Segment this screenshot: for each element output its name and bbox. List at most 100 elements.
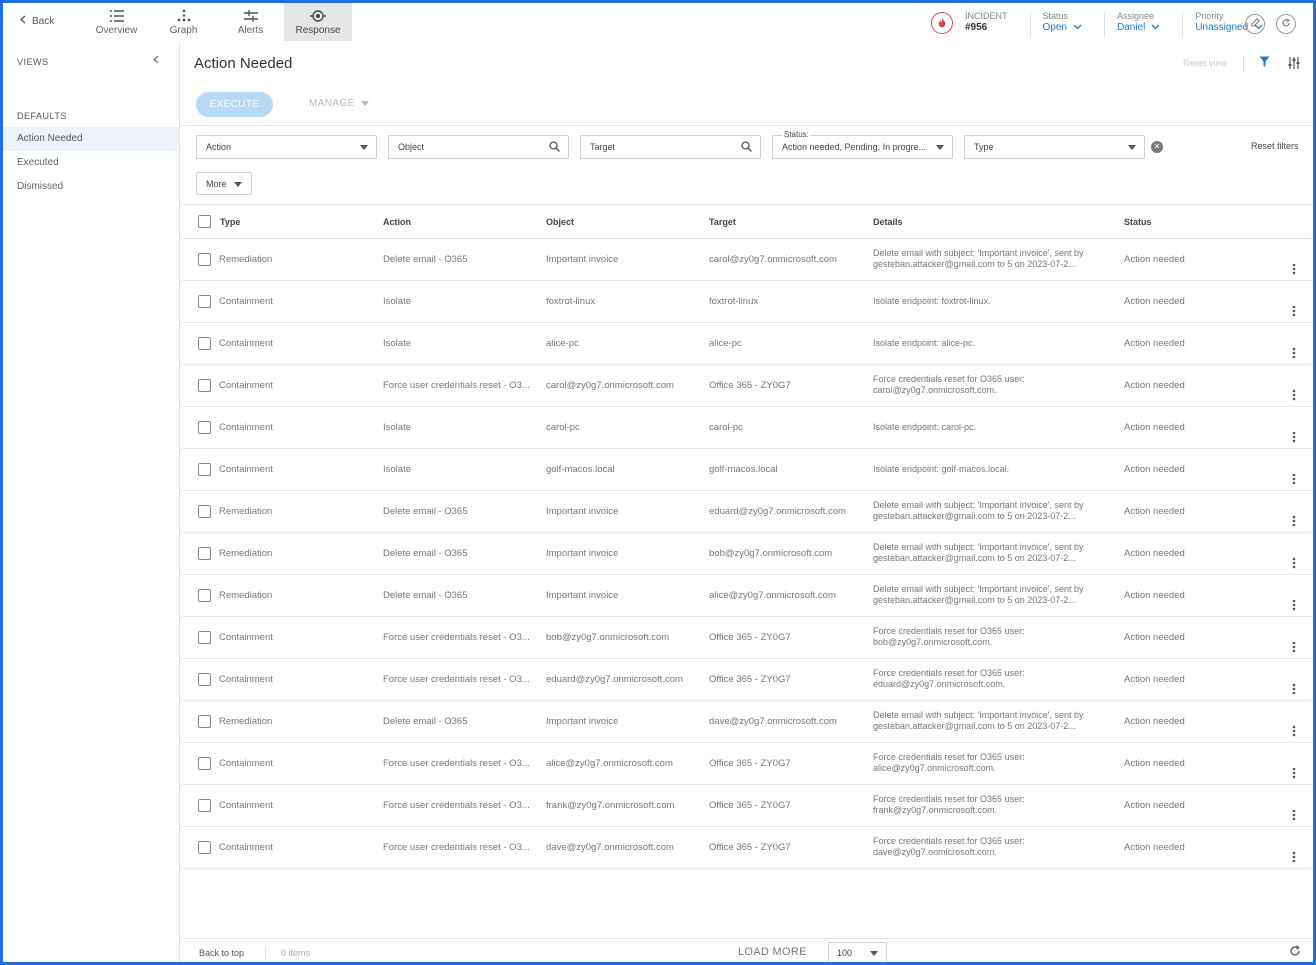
row-actions-menu-icon[interactable] xyxy=(1291,599,1297,611)
row-actions-menu-icon[interactable] xyxy=(1291,683,1297,695)
column-header-target[interactable]: Target xyxy=(709,217,736,227)
more-filters-button[interactable]: More xyxy=(196,172,252,195)
row-checkbox[interactable] xyxy=(198,295,211,308)
page-size-select[interactable]: 100 xyxy=(828,942,887,962)
column-header-details[interactable]: Details xyxy=(873,217,903,227)
tab-alerts-label: Alerts xyxy=(237,25,264,36)
row-checkbox[interactable] xyxy=(198,841,211,854)
object-cell: carol@zy0g7.onmicrosoft.com xyxy=(546,380,674,391)
details-cell: Delete email with subject: 'Important in… xyxy=(873,542,1084,563)
table-row[interactable]: Containment Force user credentials reset … xyxy=(181,743,1313,785)
row-checkbox[interactable] xyxy=(198,379,211,392)
type-filter-select[interactable]: Type xyxy=(964,135,1145,159)
type-cell: Remediation xyxy=(219,254,273,265)
object-cell: alice@zy0g7.onmicrosoft.com xyxy=(546,758,673,769)
table-row[interactable]: Remediation Delete email - O365 Important … xyxy=(181,491,1313,533)
type-cell: Containment xyxy=(219,674,273,685)
filter-icon[interactable] xyxy=(1259,56,1270,71)
collapse-sidebar-button[interactable] xyxy=(153,55,159,67)
sidebar-item-executed[interactable]: Executed xyxy=(3,151,179,175)
row-checkbox[interactable] xyxy=(198,631,211,644)
execute-button[interactable]: EXECUTE xyxy=(196,92,273,117)
type-cell: Containment xyxy=(219,842,273,853)
target-cell: Office 365 - ZY0G7 xyxy=(709,758,791,769)
status-label: Status xyxy=(1042,11,1069,21)
table-row[interactable]: Containment Isolate carol-pc carol-pc Isolat… xyxy=(181,407,1313,449)
target-cell: alice-pc xyxy=(709,338,742,349)
status-dropdown[interactable]: Status Open xyxy=(1043,10,1092,34)
action-filter-select[interactable]: Action xyxy=(196,135,377,159)
row-actions-menu-icon[interactable] xyxy=(1291,305,1297,317)
sidebar-item-action-needed[interactable]: Action Needed xyxy=(3,127,179,151)
row-checkbox[interactable] xyxy=(198,547,211,560)
table-row[interactable]: Remediation Delete email - O365 Important … xyxy=(181,701,1313,743)
assignee-dropdown[interactable]: Assignee Daniel xyxy=(1117,10,1170,34)
object-filter-input[interactable]: Object xyxy=(388,135,569,159)
row-actions-menu-icon[interactable] xyxy=(1291,431,1297,443)
target-filter-input[interactable]: Target xyxy=(580,135,761,159)
row-actions-menu-icon[interactable] xyxy=(1291,389,1297,401)
refresh-incident-button[interactable] xyxy=(1276,14,1296,34)
row-checkbox[interactable] xyxy=(198,337,211,350)
row-actions-menu-icon[interactable] xyxy=(1291,725,1297,737)
tab-alerts[interactable]: Alerts xyxy=(217,3,284,41)
table-row[interactable]: Remediation Delete email - O365 Important … xyxy=(181,533,1313,575)
object-cell: Important invoice xyxy=(546,548,619,559)
tab-overview[interactable]: Overview xyxy=(83,3,150,41)
reset-view-link[interactable]: Reset view xyxy=(1183,58,1227,68)
divider xyxy=(1182,13,1184,37)
manage-dropdown[interactable]: MANAGE xyxy=(309,98,369,109)
table-row[interactable]: Containment Isolate alice-pc alice-pc Isolat… xyxy=(181,323,1313,365)
column-header-status[interactable]: Status xyxy=(1124,217,1152,227)
page-title: Action Needed xyxy=(194,55,293,72)
tab-graph[interactable]: Graph xyxy=(150,3,217,41)
row-checkbox[interactable] xyxy=(198,421,211,434)
target-cell: carol@zy0g7.onmicrosoft.com xyxy=(709,254,837,265)
back-button[interactable]: Back xyxy=(20,15,54,27)
row-actions-menu-icon[interactable] xyxy=(1291,641,1297,653)
table-row[interactable]: Remediation Delete email - O365 Important … xyxy=(181,575,1313,617)
row-actions-menu-icon[interactable] xyxy=(1291,851,1297,863)
edit-button[interactable] xyxy=(1245,14,1265,34)
row-actions-menu-icon[interactable] xyxy=(1291,767,1297,779)
reset-filters-link[interactable]: Reset filters xyxy=(1251,141,1299,151)
load-more-button[interactable]: LOAD MORE xyxy=(738,946,807,958)
column-header-type[interactable]: Type xyxy=(220,217,240,227)
row-actions-menu-icon[interactable] xyxy=(1291,515,1297,527)
table-row[interactable]: Containment Force user credentials reset … xyxy=(181,365,1313,407)
table-row[interactable]: Containment Isolate foxtrot-linux foxtrot-l… xyxy=(181,281,1313,323)
row-checkbox[interactable] xyxy=(198,589,211,602)
column-settings-icon[interactable] xyxy=(1287,56,1301,73)
sidebar-item-dismissed[interactable]: Dismissed xyxy=(3,175,179,199)
table-row[interactable]: Containment Force user credentials reset … xyxy=(181,617,1313,659)
row-checkbox[interactable] xyxy=(198,715,211,728)
column-header-object[interactable]: Object xyxy=(546,217,574,227)
row-actions-menu-icon[interactable] xyxy=(1291,473,1297,485)
table-row[interactable]: Containment Force user credentials reset … xyxy=(181,659,1313,701)
table-row[interactable]: Remediation Delete email - O365 Important … xyxy=(181,239,1313,281)
row-checkbox[interactable] xyxy=(198,463,211,476)
chevron-left-icon xyxy=(153,55,159,67)
column-header-action[interactable]: Action xyxy=(383,217,411,227)
app-window: Back Overview Graph Alerts Response INCI… xyxy=(0,0,1316,965)
row-checkbox[interactable] xyxy=(198,253,211,266)
row-checkbox[interactable] xyxy=(198,757,211,770)
tab-response[interactable]: Response xyxy=(284,3,352,41)
row-actions-menu-icon[interactable] xyxy=(1291,557,1297,569)
select-all-checkbox[interactable] xyxy=(198,215,211,228)
clear-filters-icon[interactable]: ✕ xyxy=(1151,141,1163,153)
row-checkbox[interactable] xyxy=(198,505,211,518)
incident-id-block: INCIDENT #956 xyxy=(965,10,1018,34)
table-row[interactable]: Containment Force user credentials reset … xyxy=(181,785,1313,827)
table-row[interactable]: Containment Force user credentials reset … xyxy=(181,827,1313,869)
row-actions-menu-icon[interactable] xyxy=(1291,347,1297,359)
manage-label: MANAGE xyxy=(309,98,355,109)
refresh-list-icon[interactable] xyxy=(1289,945,1301,960)
table-row[interactable]: Containment Isolate golf-macos.local golf-m… xyxy=(181,449,1313,491)
row-checkbox[interactable] xyxy=(198,673,211,686)
row-actions-menu-icon[interactable] xyxy=(1291,263,1297,275)
row-checkbox[interactable] xyxy=(198,799,211,812)
back-to-top-link[interactable]: Back to top xyxy=(199,948,244,958)
caret-down-icon xyxy=(234,179,242,189)
row-actions-menu-icon[interactable] xyxy=(1291,809,1297,821)
